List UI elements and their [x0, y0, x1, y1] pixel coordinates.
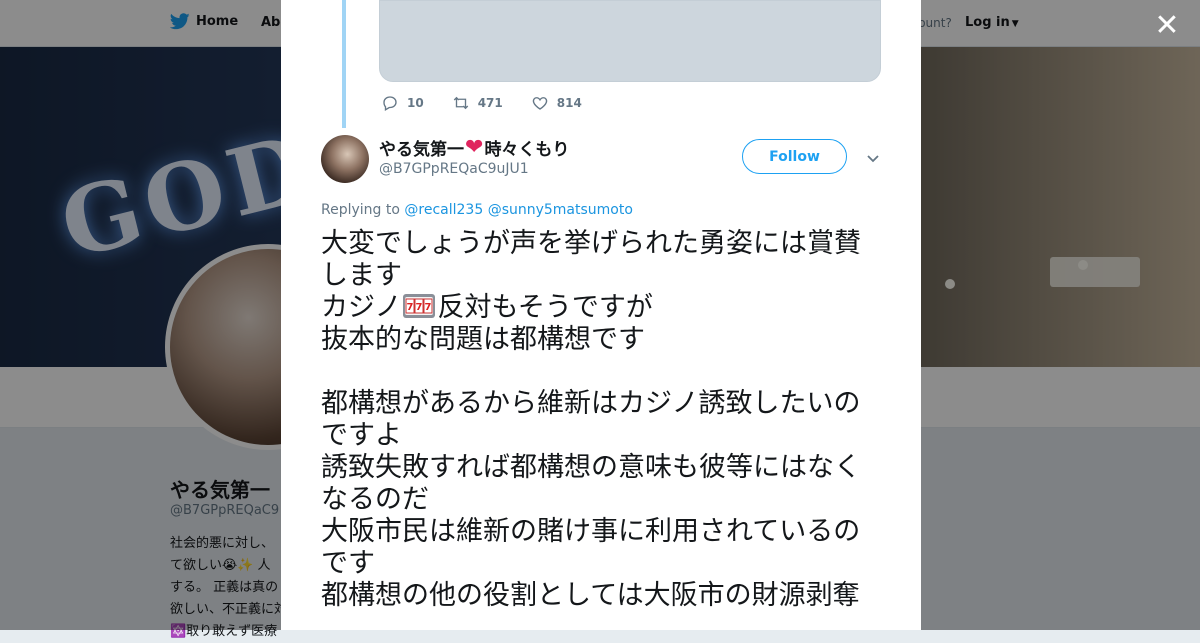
- follow-button[interactable]: Follow: [742, 139, 847, 174]
- previous-tweet-media[interactable]: [379, 0, 881, 82]
- reply-mention-link[interactable]: @recall235: [404, 202, 483, 218]
- slot-machine-emoji: 777: [403, 294, 436, 318]
- like-icon: [532, 97, 547, 110]
- retweet-button[interactable]: 471: [452, 94, 503, 112]
- reply-button[interactable]: 10: [381, 94, 424, 112]
- tweet-text-body: 抜本的な問題は都構想です 都構想があるから維新はカジノ誘致したいのですよ 誘致失…: [321, 324, 861, 611]
- svg-text:7: 7: [416, 302, 423, 313]
- like-count: 814: [556, 96, 582, 110]
- reply-mention-link[interactable]: @sunny5matsumoto: [488, 202, 633, 218]
- reply-count: 10: [407, 96, 424, 110]
- red-heart-emoji: ❤: [465, 135, 484, 160]
- previous-tweet-actions: 10 471 814: [381, 94, 610, 112]
- tweet-text-line: 大変でしょうが声を挙げられた勇姿には賞賛します: [321, 228, 861, 291]
- svg-text:7: 7: [425, 302, 432, 313]
- tweet-text-casino: カジノ: [321, 292, 402, 323]
- chevron-down-icon[interactable]: [865, 150, 881, 166]
- retweet-count: 471: [477, 96, 503, 110]
- author-name-part: やる気第一: [379, 140, 464, 160]
- tweet-modal: 10 471 814 やる気第一 ❤ 時々くもり @B7GPpREQaC9uJU…: [281, 0, 921, 630]
- tweet-text: 大変でしょうが声を挙げられた勇姿には賞賛します カジノ 7 7 7 反対もそうですが 抜…: [321, 228, 886, 612]
- reply-icon: [383, 96, 397, 111]
- tweet-author-name[interactable]: やる気第一 ❤ 時々くもり: [379, 135, 570, 161]
- svg-text:7: 7: [407, 302, 414, 313]
- tweet-author-avatar[interactable]: [321, 135, 369, 183]
- replying-to-line: Replying to @recall235 @sunny5matsumoto: [321, 202, 633, 218]
- close-icon[interactable]: ✕: [1152, 8, 1182, 43]
- replying-prefix: Replying to: [321, 202, 400, 218]
- conversation-thread-line: [342, 0, 346, 128]
- tweet-author-handle[interactable]: @B7GPpREQaC9uJU1: [379, 161, 529, 177]
- author-name-part: 時々くもり: [484, 140, 570, 160]
- like-button[interactable]: 814: [531, 94, 582, 112]
- tweet-text-after-emoji: 反対もそうですが: [437, 292, 653, 323]
- retweet-icon: [453, 96, 468, 110]
